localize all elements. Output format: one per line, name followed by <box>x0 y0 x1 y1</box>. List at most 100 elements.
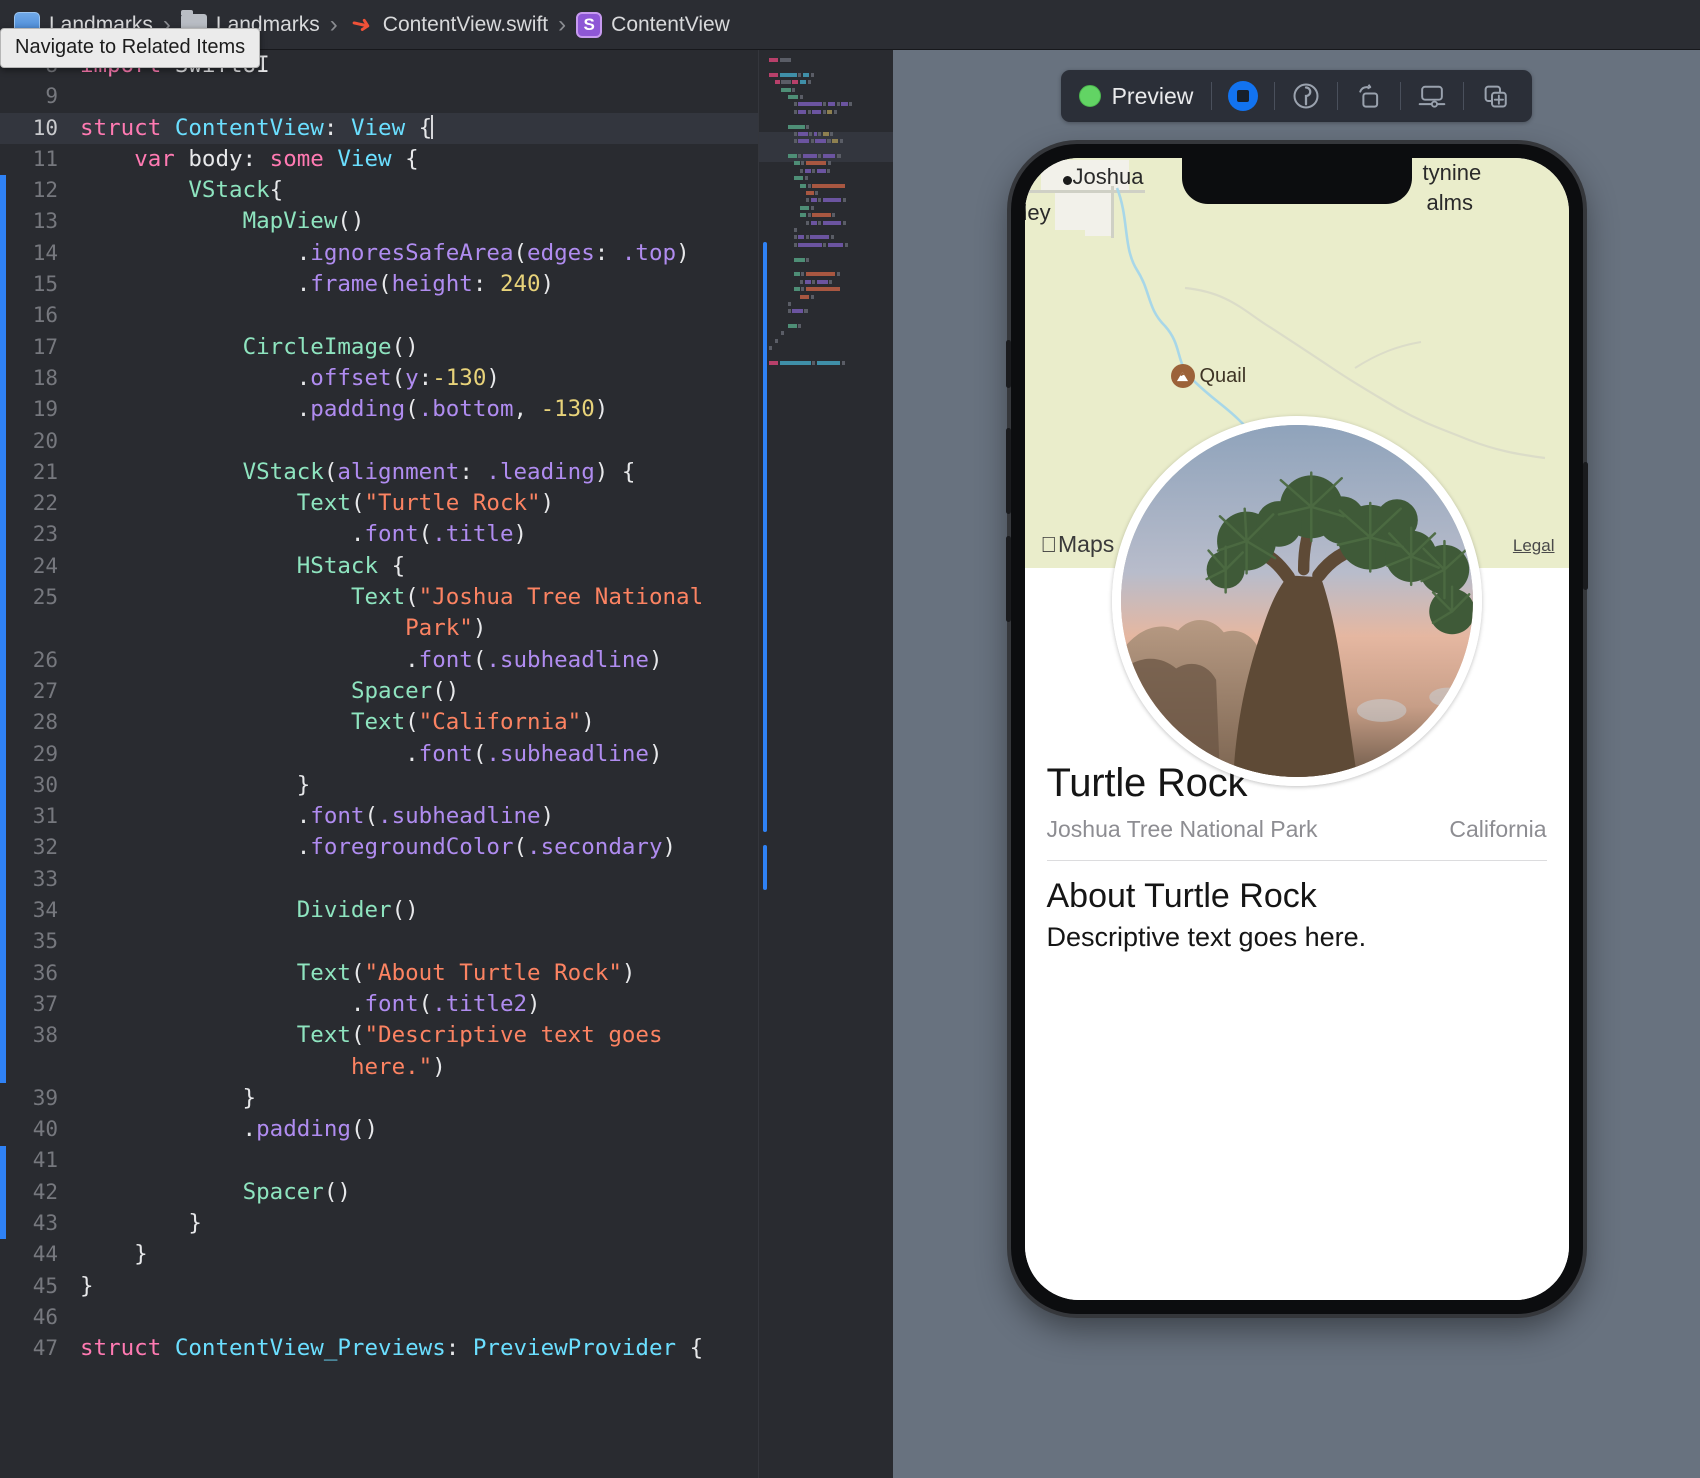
code-line[interactable]: 23 .font(.title) <box>0 519 758 550</box>
code-line[interactable]: 32 .foregroundColor(.secondary) <box>0 832 758 863</box>
minimap-line <box>769 139 893 144</box>
code-line[interactable]: 25 Text("Joshua Tree National <box>0 582 758 613</box>
live-preview-button[interactable] <box>1338 70 1400 122</box>
minimap-line <box>769 191 893 196</box>
minimap-line <box>769 117 893 121</box>
code-line[interactable]: Park") <box>0 613 758 644</box>
minimap-line <box>769 161 893 166</box>
apple-maps-attribution:  Maps <box>1041 531 1115 558</box>
code-line[interactable]: 41 <box>0 1145 758 1176</box>
map-label-joshua: Joshua <box>1072 164 1144 189</box>
code-line[interactable]: 36 Text("About Turtle Rock") <box>0 958 758 989</box>
map-legal-link[interactable]: Legal <box>1513 536 1555 556</box>
code-area[interactable]: 8import SwiftUI910struct ContentView: Vi… <box>0 50 758 1478</box>
code-line[interactable]: 16 <box>0 300 758 331</box>
struct-symbol-icon: S <box>576 11 603 38</box>
joshua-tree-photo <box>1120 425 1473 777</box>
landmark-park: Joshua Tree National Park <box>1046 816 1318 842</box>
minimap-line <box>769 213 893 218</box>
code-line[interactable]: 39 } <box>0 1083 758 1114</box>
code-line[interactable]: 11 var body: some View { <box>0 144 758 175</box>
main-split: 8import SwiftUI910struct ContentView: Vi… <box>0 50 1700 1478</box>
code-line[interactable]: 14 .ignoresSafeArea(edges: .top) <box>0 238 758 269</box>
code-line[interactable]: 37 .font(.title2) <box>0 989 758 1020</box>
minimap-line <box>769 361 893 366</box>
code-line[interactable]: 40 .padding() <box>0 1114 758 1145</box>
code-text: } <box>80 771 311 798</box>
duplicate-preview-button[interactable] <box>1464 70 1526 122</box>
code-text: .font(.title) <box>80 521 528 548</box>
code-line[interactable]: 47 struct ContentView_Previews: PreviewPr… <box>0 1333 758 1364</box>
line-number <box>0 1052 70 1083</box>
code-line[interactable]: 30 } <box>0 770 758 801</box>
minimap-line <box>769 94 893 99</box>
code-line[interactable]: 22 Text("Turtle Rock") <box>0 488 758 519</box>
code-text: } <box>80 1209 202 1236</box>
code-line[interactable]: 24 HStack { <box>0 551 758 582</box>
code-text: } <box>80 1084 257 1111</box>
code-line[interactable]: 34 Divider() <box>0 895 758 926</box>
code-line[interactable]: 20 <box>0 426 758 457</box>
source-editor[interactable]: 8import SwiftUI910struct ContentView: Vi… <box>0 50 893 1478</box>
code-line[interactable]: here.") <box>0 1052 758 1083</box>
minimap-line <box>769 183 893 188</box>
breadcrumb-item-file[interactable]: ➜ ContentView.swift <box>348 9 548 40</box>
code-line[interactable]: 21 VStack(alignment: .leading) { <box>0 457 758 488</box>
breadcrumb-label: ContentView <box>611 12 730 36</box>
minimap-line <box>769 272 893 277</box>
code-line[interactable]: 18 .offset(y:-130) <box>0 363 758 394</box>
code-line[interactable]: 17 CircleImage() <box>0 332 758 363</box>
code-line[interactable]: 29 .font(.subheadline) <box>0 739 758 770</box>
line-number: 13 <box>32 209 58 234</box>
code-line[interactable]: 33 <box>0 864 758 895</box>
minimap-line <box>769 301 893 306</box>
inspect-preview-button[interactable] <box>1275 70 1337 122</box>
code-line[interactable]: 45} <box>0 1271 758 1302</box>
code-line[interactable]: 28 Text("California") <box>0 707 758 738</box>
code-text: .font(.subheadline) <box>80 740 663 767</box>
code-line[interactable]: 27 Spacer() <box>0 676 758 707</box>
stop-preview-button[interactable] <box>1212 70 1274 122</box>
line-number: 9 <box>45 84 58 109</box>
line-number: 12 <box>32 178 58 203</box>
code-line[interactable]: 35 <box>0 926 758 957</box>
line-number: 34 <box>32 898 58 923</box>
map-point <box>1062 176 1072 185</box>
preview-on-device-button[interactable] <box>1401 70 1463 122</box>
code-line[interactable]: 26 .font(.subheadline) <box>0 645 758 676</box>
code-line[interactable]: 38 Text("Descriptive text goes <box>0 1020 758 1051</box>
preview-status[interactable]: Preview <box>1067 83 1212 110</box>
code-minimap[interactable] <box>758 50 893 1478</box>
minimap-line <box>769 109 893 114</box>
code-line[interactable]: 44 } <box>0 1239 758 1270</box>
code-line[interactable]: 46 <box>0 1302 758 1333</box>
code-line[interactable]: 31 .font(.subheadline) <box>0 801 758 832</box>
device-screen[interactable]: Joshua ley tynine alms Quail  Map <box>1024 158 1569 1300</box>
code-line[interactable]: 15 .frame(height: 240) <box>0 269 758 300</box>
code-line[interactable]: 42 Spacer() <box>0 1177 758 1208</box>
code-text: Text("California") <box>350 709 595 736</box>
minimap-line <box>769 65 893 69</box>
code-line[interactable]: 12 VStack{ <box>0 175 758 206</box>
breadcrumb-item-symbol[interactable]: S ContentView <box>576 11 730 38</box>
minimap-line <box>769 235 893 240</box>
device-screen-icon <box>1419 85 1446 108</box>
line-number: 45 <box>32 1273 58 1298</box>
code-line[interactable]: 43 } <box>0 1208 758 1239</box>
code-line[interactable]: 10 struct ContentView: View { <box>0 112 758 144</box>
map-poi-quail[interactable]: Quail <box>1170 364 1246 388</box>
code-line[interactable]: 9 <box>0 81 758 112</box>
minimap-line <box>769 257 893 262</box>
code-line[interactable]: 19 .padding(.bottom, -130) <box>0 394 758 425</box>
code-line[interactable]: 13 MapView() <box>0 206 758 237</box>
line-number <box>0 613 70 644</box>
code-text: .font(.subheadline) <box>80 803 555 830</box>
about-description: Descriptive text goes here. <box>1046 922 1367 952</box>
detail-divider <box>1046 860 1547 861</box>
line-number: 16 <box>32 303 58 328</box>
code-text: .font(.subheadline) <box>80 646 663 673</box>
change-marker <box>0 175 6 1083</box>
